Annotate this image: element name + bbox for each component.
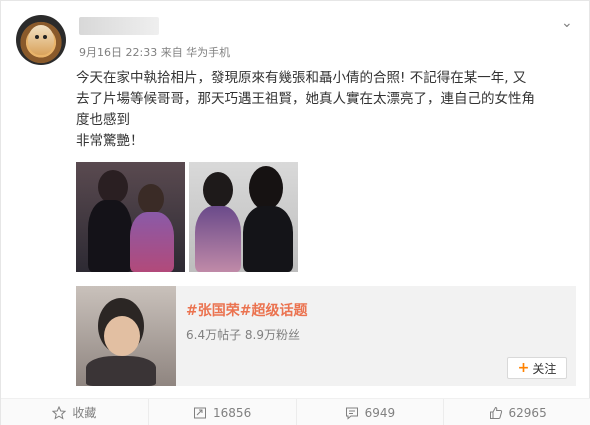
avatar-face (28, 25, 54, 55)
favorite-label: 收藏 (72, 406, 97, 420)
follow-label: 关注 (532, 361, 557, 376)
photo-figure (130, 212, 174, 272)
post-text-line: 今天在家中執拾相片，發現原來有幾張和聶小倩的合照! 不記得在某一年, 又 (76, 70, 527, 86)
photo-figure (88, 200, 132, 272)
chevron-down-icon[interactable]: ⌄ (561, 15, 573, 31)
star-icon (52, 405, 67, 420)
like-button[interactable]: 62965 (444, 399, 590, 425)
photo-figure (203, 172, 233, 208)
post-photo-1[interactable] (76, 162, 185, 272)
topic-stats: 6.4万帖子 8.9万粉丝 (186, 328, 300, 342)
action-bar: 收藏 16856 6949 62965 (1, 398, 590, 425)
comment-count: 6949 (364, 405, 396, 420)
repost-button[interactable]: 16856 (149, 399, 297, 425)
repost-icon (194, 407, 207, 418)
thumbs-up-icon (489, 406, 502, 419)
username-blurred[interactable] (79, 17, 159, 35)
photo-figure (104, 316, 140, 356)
photo-figure (243, 206, 293, 272)
photo-figure (195, 206, 241, 272)
photo-figure (86, 356, 156, 386)
post-meta: 9月16日 22:33 来自 华为手机 (79, 46, 231, 59)
avatar-eye (43, 35, 47, 39)
follow-button[interactable]: + 关注 (507, 357, 567, 379)
repost-count: 16856 (213, 405, 252, 420)
post-text-line: 度也感到 (76, 112, 130, 128)
photo-figure (249, 166, 283, 210)
post-text-line: 去了片場等候哥哥，那天巧遇王祖賢，她真人實在太漂亮了，連自己的女性角 (76, 91, 535, 107)
favorite-button[interactable]: 收藏 (1, 399, 149, 425)
topic-card[interactable]: #张国荣#超级话题 6.4万帖子 8.9万粉丝 + 关注 (76, 286, 576, 386)
plus-icon: + (517, 360, 530, 376)
photo-figure (98, 170, 128, 204)
post-photo-2[interactable] (189, 162, 298, 272)
comment-button[interactable]: 6949 (297, 399, 445, 425)
post-text: 今天在家中執拾相片，發現原來有幾張和聶小倩的合照! 不記得在某一年, 又 去了片… (76, 68, 576, 152)
weibo-post: 9月16日 22:33 来自 华为手机 ⌄ 今天在家中執拾相片，發現原來有幾張和… (0, 0, 590, 425)
topic-image (76, 286, 176, 386)
like-count: 62965 (508, 405, 547, 420)
photo-figure (138, 184, 164, 214)
topic-title[interactable]: #张国荣#超级话题 (186, 300, 307, 320)
comment-icon (345, 407, 358, 420)
avatar[interactable] (16, 15, 66, 65)
avatar-eye (35, 35, 39, 39)
post-text-line: 非常驚艷！ (76, 133, 144, 149)
